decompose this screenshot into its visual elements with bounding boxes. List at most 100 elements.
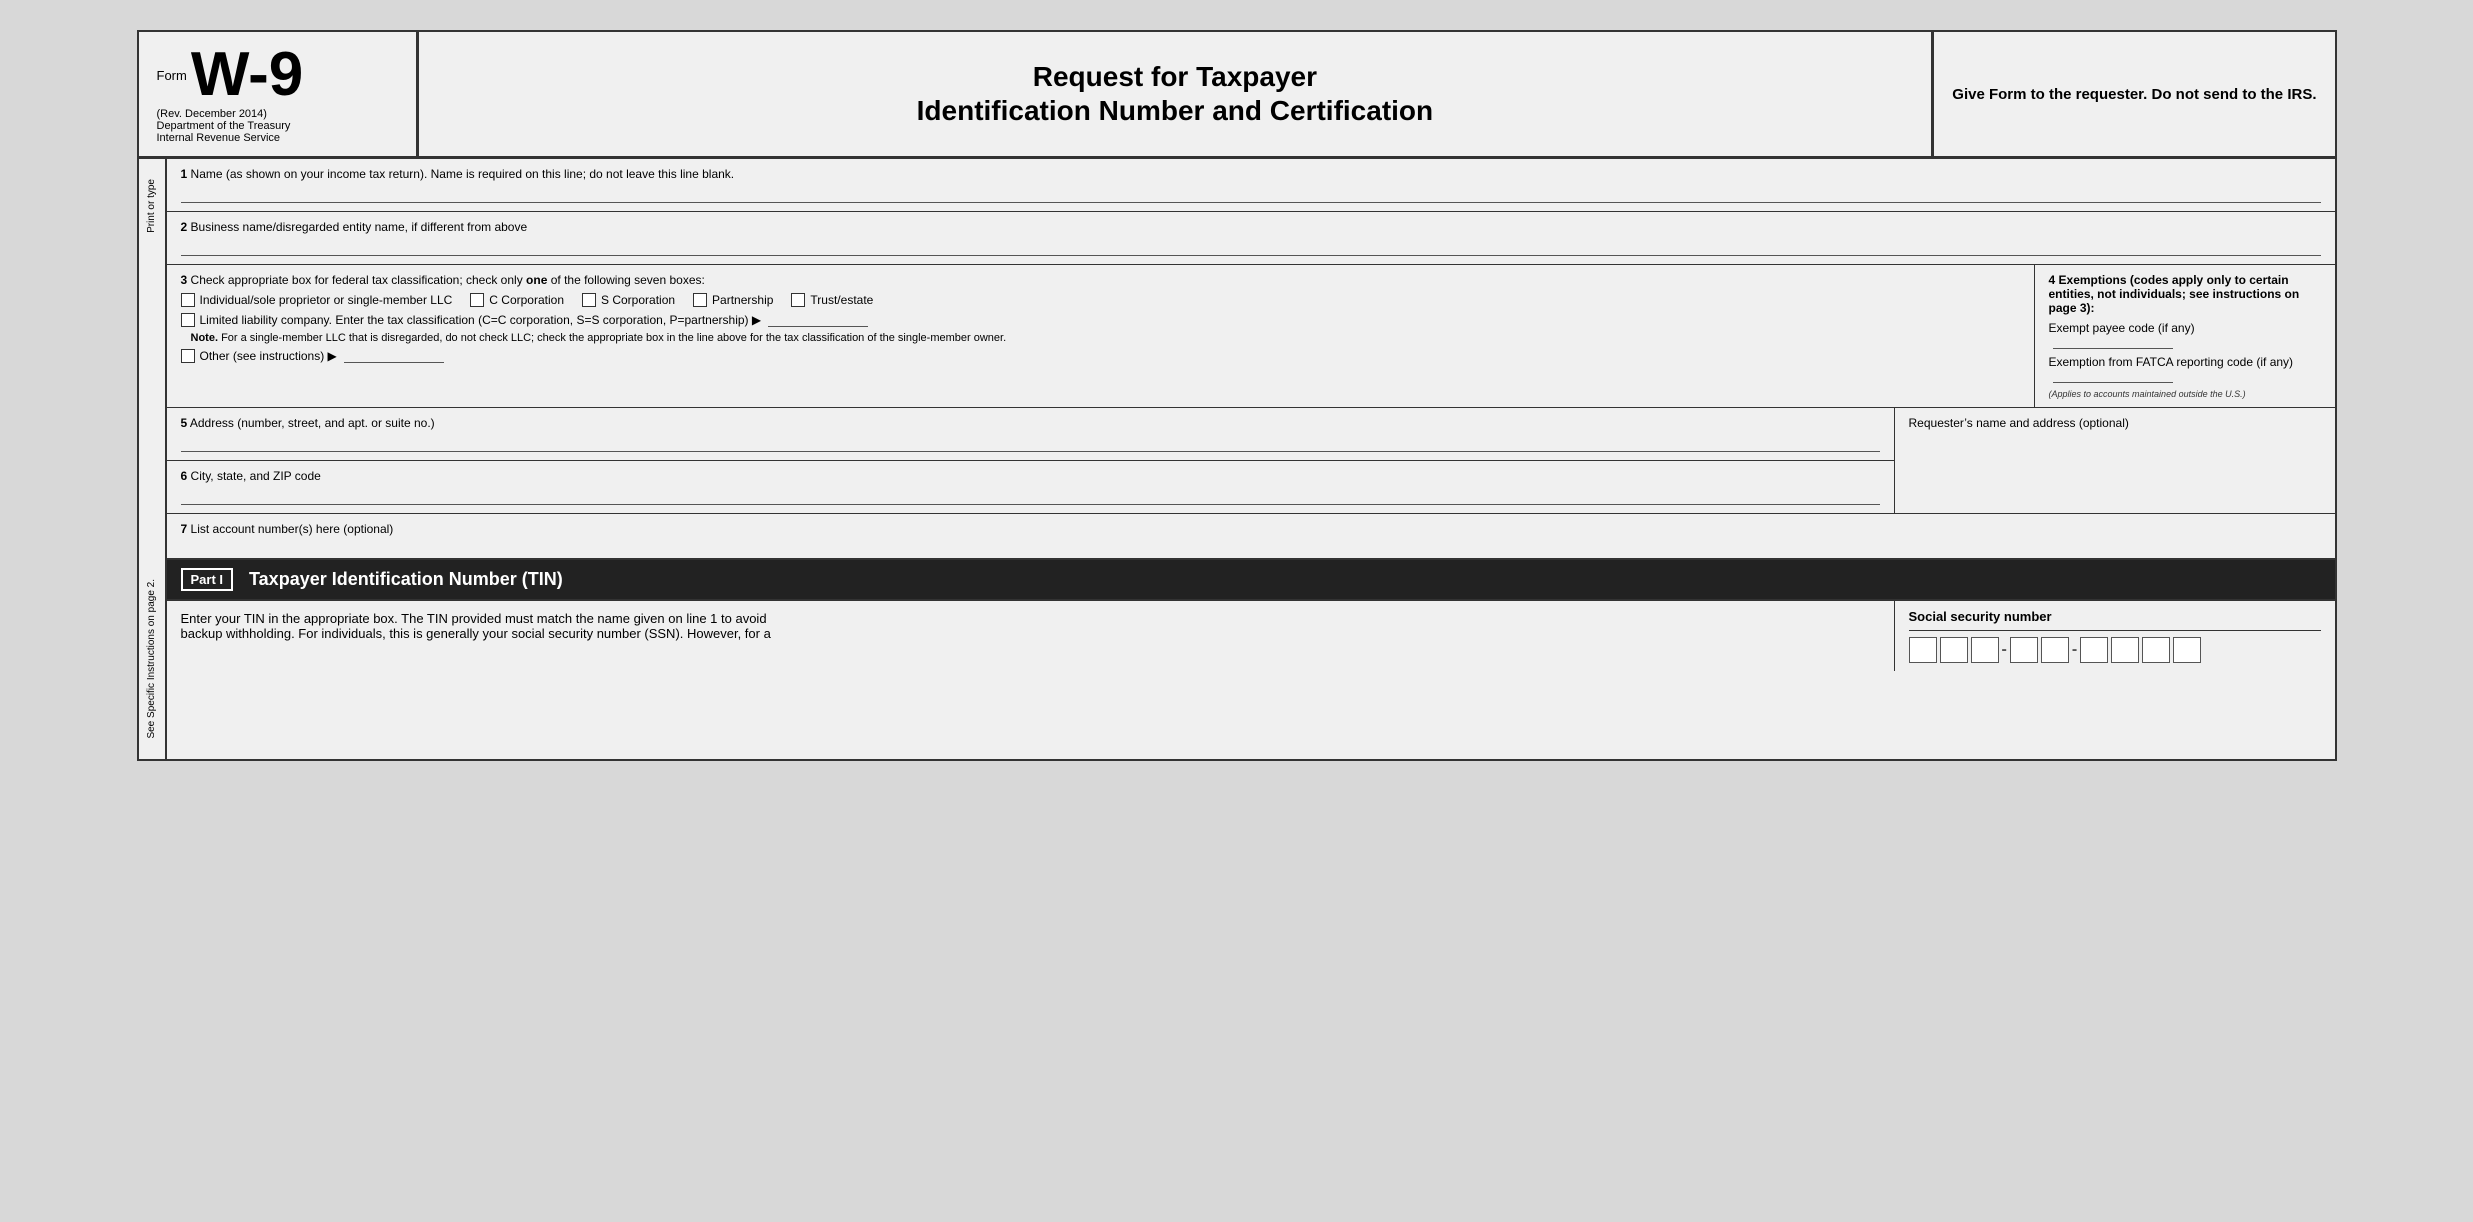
field-2-row: 2 Business name/disregarded entity name,… — [167, 212, 2335, 265]
ssn-box-7[interactable] — [2111, 637, 2139, 663]
checkbox-individual-box[interactable] — [181, 293, 195, 307]
form-rev: (Rev. December 2014) — [157, 108, 398, 120]
header-title-line2: Identification Number and Certification — [917, 94, 1433, 128]
part1-content: Enter your TIN in the appropriate box. T… — [167, 599, 2335, 671]
exempt-payee-label: Exempt payee code (if any) — [2049, 321, 2195, 335]
field-5-desc: Address (number, street, and apt. or sui… — [190, 416, 435, 430]
requester-label: Requester’s name and address (optional) — [1909, 416, 2129, 430]
ssn-box-8[interactable] — [2142, 637, 2170, 663]
field-6-desc: City, state, and ZIP code — [191, 469, 321, 483]
sidebar-bottom-text: See Specific Instructions on page 2. — [146, 579, 157, 739]
field-6-input[interactable] — [181, 487, 1880, 505]
other-checkbox-box[interactable] — [181, 349, 195, 363]
checkbox-partnership[interactable]: Partnership — [693, 293, 773, 307]
part1-right: Social security number - - — [1895, 601, 2335, 671]
note-text: Note. For a single-member LLC that is di… — [181, 332, 2020, 344]
checkbox-s-corp-label: S Corporation — [601, 293, 675, 307]
field-7-row: 7 List account number(s) here (optional) — [167, 514, 2335, 560]
other-row: Other (see instructions) ▶ — [181, 349, 2020, 363]
ssn-box-1[interactable] — [1909, 637, 1937, 663]
ssn-boxes: - - — [1909, 637, 2321, 663]
header-left: Form W-9 (Rev. December 2014) Department … — [139, 32, 419, 156]
sidebar-top-text: Print or type — [146, 179, 157, 233]
field-6-label: 6 City, state, and ZIP code — [181, 469, 1880, 483]
checkbox-c-corp-label: C Corporation — [489, 293, 564, 307]
checkbox-c-corp-box[interactable] — [470, 293, 484, 307]
part1-header: Part I Taxpayer Identification Number (T… — [167, 560, 2335, 599]
checkbox-partnership-label: Partnership — [712, 293, 773, 307]
field-2-label: 2 Business name/disregarded entity name,… — [181, 220, 2321, 234]
checkbox-s-corp-box[interactable] — [582, 293, 596, 307]
header-right: Give Form to the requester. Do not send … — [1931, 32, 2334, 156]
checkbox-partnership-box[interactable] — [693, 293, 707, 307]
checkbox-trust[interactable]: Trust/estate — [791, 293, 873, 307]
exempt-payee-input[interactable] — [2053, 335, 2173, 349]
part1-left: Enter your TIN in the appropriate box. T… — [167, 601, 1895, 671]
field-4-desc: Exemptions (codes apply only to certain … — [2049, 273, 2300, 315]
tax-class-left: 3 Check appropriate box for federal tax … — [167, 265, 2035, 407]
note-content: For a single-member LLC that is disregar… — [221, 332, 1006, 344]
ssn-box-6[interactable] — [2080, 637, 2108, 663]
field-3-section: 3 Check appropriate box for federal tax … — [167, 265, 2335, 408]
ssn-box-2[interactable] — [1940, 637, 1968, 663]
form-dept1: Department of the Treasury — [157, 120, 398, 132]
ssn-box-3[interactable] — [1971, 637, 1999, 663]
field-5-label: 5 Address (number, street, and apt. or s… — [181, 416, 1880, 430]
part1-desc1: Enter your TIN in the appropriate box. T… — [181, 611, 1880, 626]
field-3-label: 3 Check appropriate box for federal tax … — [181, 273, 2020, 287]
form-label: Form — [157, 68, 187, 83]
ssn-dash-1: - — [2002, 641, 2007, 659]
form-header: Form W-9 (Rev. December 2014) Department … — [139, 32, 2335, 159]
field-2-input[interactable] — [181, 238, 2321, 256]
checkbox-row-1: Individual/sole proprietor or single-mem… — [181, 293, 2020, 307]
checkbox-c-corp[interactable]: C Corporation — [470, 293, 564, 307]
ssn-label: Social security number — [1909, 609, 2321, 631]
ssn-box-5[interactable] — [2041, 637, 2069, 663]
ssn-box-9[interactable] — [2173, 637, 2201, 663]
part1-desc2: backup withholding. For individuals, thi… — [181, 626, 1880, 641]
field-3-desc: Check appropriate box for federal tax cl… — [191, 273, 523, 287]
field-1-input[interactable] — [181, 185, 2321, 203]
form-body: Print or type See Specific Instructions … — [139, 159, 2335, 759]
form-fields: 1 Name (as shown on your income tax retu… — [167, 159, 2335, 759]
fatca-row: Exemption from FATCA reporting code (if … — [2049, 355, 2321, 383]
field-5-row: 5 Address (number, street, and apt. or s… — [167, 408, 1894, 461]
checkbox-trust-label: Trust/estate — [810, 293, 873, 307]
part1-badge: Part I — [181, 568, 234, 591]
llc-input[interactable] — [768, 313, 868, 327]
fatca-label: Exemption from FATCA reporting code (if … — [2049, 355, 2294, 369]
field-1-row: 1 Name (as shown on your income tax retu… — [167, 159, 2335, 212]
address-left: 5 Address (number, street, and apt. or s… — [167, 408, 1895, 513]
field-1-desc: Name (as shown on your income tax return… — [191, 167, 735, 181]
field-6-row: 6 City, state, and ZIP code — [167, 461, 1894, 513]
field-4-label: 4 Exemptions (codes apply only to certai… — [2049, 273, 2321, 315]
address-section: 5 Address (number, street, and apt. or s… — [167, 408, 2335, 514]
llc-row: Limited liability company. Enter the tax… — [181, 313, 2020, 327]
field-1-label: 1 Name (as shown on your income tax retu… — [181, 167, 2321, 181]
fatca-note: (Applies to accounts maintained outside … — [2049, 389, 2321, 399]
field-2-desc: Business name/disregarded entity name, i… — [191, 220, 528, 234]
requester-section: Requester’s name and address (optional) — [1895, 408, 2335, 513]
fatca-input[interactable] — [2053, 369, 2173, 383]
other-input[interactable] — [344, 349, 444, 363]
form-number: W-9 — [191, 44, 303, 106]
ssn-box-4[interactable] — [2010, 637, 2038, 663]
checkbox-s-corp[interactable]: S Corporation — [582, 293, 675, 307]
field-4-right: 4 Exemptions (codes apply only to certai… — [2035, 265, 2335, 407]
ssn-dash-2: - — [2072, 641, 2077, 659]
llc-text: Limited liability company. Enter the tax… — [200, 313, 762, 327]
sidebar: Print or type See Specific Instructions … — [139, 159, 167, 759]
field-3-desc2: of the following seven boxes: — [551, 273, 705, 287]
header-center: Request for Taxpayer Identification Numb… — [419, 32, 1932, 156]
exempt-payee-row: Exempt payee code (if any) — [2049, 321, 2321, 349]
other-text: Other (see instructions) ▶ — [200, 349, 337, 363]
checkbox-trust-box[interactable] — [791, 293, 805, 307]
field-5-input[interactable] — [181, 434, 1880, 452]
field-7-label: 7 List account number(s) here (optional) — [181, 522, 2321, 536]
checkbox-individual-label: Individual/sole proprietor or single-mem… — [200, 293, 453, 307]
field-7-desc: List account number(s) here (optional) — [191, 522, 394, 536]
header-right-text: Give Form to the requester. Do not send … — [1952, 84, 2316, 105]
llc-checkbox-box[interactable] — [181, 313, 195, 327]
checkbox-individual[interactable]: Individual/sole proprietor or single-mem… — [181, 293, 453, 307]
form-w9: Form W-9 (Rev. December 2014) Department … — [137, 30, 2337, 761]
